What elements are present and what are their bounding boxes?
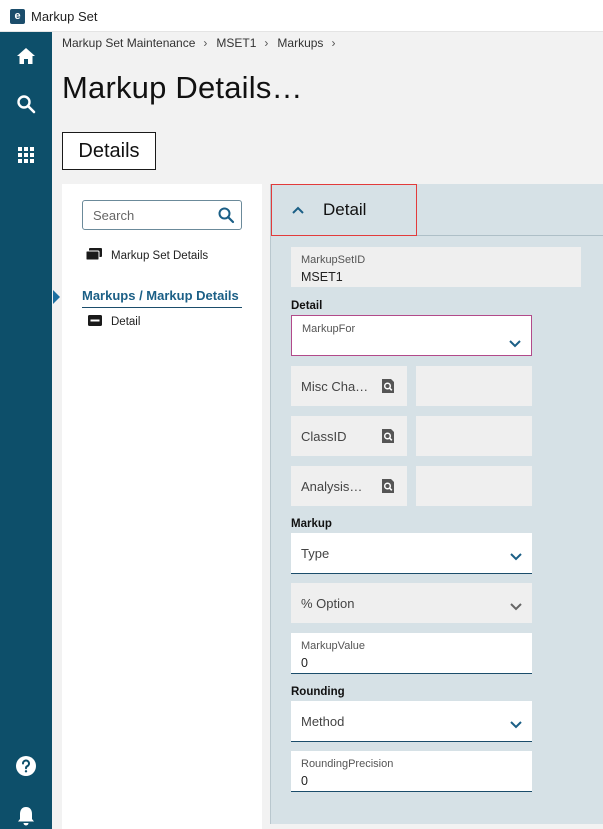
left-rail bbox=[0, 32, 52, 829]
analysis-field[interactable]: Analysis… bbox=[291, 466, 407, 506]
class-id-field[interactable]: ClassID bbox=[291, 416, 407, 456]
breadcrumb-item[interactable]: Markups bbox=[277, 36, 323, 50]
apps-grid-icon bbox=[17, 146, 35, 169]
misc-charge-field[interactable]: Misc Cha… bbox=[291, 366, 407, 406]
nav-item-detail[interactable]: Detail bbox=[88, 315, 140, 329]
field-label: MarkupSetID bbox=[301, 254, 366, 266]
field-value: 0 bbox=[301, 774, 308, 788]
field-label: Misc Cha… bbox=[301, 378, 369, 394]
lookup-icon[interactable] bbox=[381, 378, 395, 399]
field-label: % Option bbox=[301, 595, 355, 611]
section-label-rounding: Rounding bbox=[291, 686, 345, 698]
chevron-down-icon bbox=[509, 335, 521, 353]
field-label: Type bbox=[301, 545, 330, 561]
home-icon bbox=[16, 46, 36, 71]
lookup-icon[interactable] bbox=[381, 428, 395, 449]
search-icon bbox=[16, 94, 36, 119]
main-content: Markup Set Maintenance › MSET1 › Markups › Ma… bbox=[52, 32, 603, 829]
breadcrumb-separator: › bbox=[264, 36, 269, 50]
field-value: 0 bbox=[301, 656, 308, 670]
breadcrumb-item[interactable]: MSET1 bbox=[216, 36, 256, 50]
nav-item-label: Detail bbox=[111, 316, 141, 328]
help-button[interactable] bbox=[0, 746, 52, 790]
field-label: MarkupFor bbox=[302, 323, 356, 335]
rounding-method-select[interactable]: Method bbox=[291, 701, 532, 742]
notifications-button[interactable] bbox=[0, 796, 52, 829]
notifications-icon bbox=[17, 806, 35, 829]
card-icon bbox=[88, 315, 102, 329]
type-select[interactable]: Type bbox=[291, 533, 532, 574]
breadcrumb-separator: › bbox=[203, 36, 208, 50]
nav-item-label: Markup Set Details bbox=[111, 250, 209, 262]
detail-nav-panel: Search Markup Set Details Markups / Mark… bbox=[53, 184, 262, 829]
markup-value-input[interactable]: MarkupValue 0 bbox=[291, 633, 532, 674]
class-id-description bbox=[416, 416, 532, 456]
detail-panel: Detail MarkupSetID MSET1 Detail MarkupFo… bbox=[270, 184, 603, 824]
markup-set-id-field: MarkupSetID MSET1 bbox=[291, 247, 581, 287]
help-icon bbox=[15, 755, 37, 782]
search-button[interactable] bbox=[0, 84, 52, 128]
field-label: RoundingPrecision bbox=[301, 758, 394, 770]
page-title: Markup Details… bbox=[62, 70, 303, 105]
breadcrumb: Markup Set Maintenance › MSET1 › Markups › bbox=[62, 36, 344, 50]
lookup-icon[interactable] bbox=[381, 478, 395, 499]
nav-item-markup-set-details[interactable]: Markup Set Details bbox=[85, 248, 209, 264]
field-value: MSET1 bbox=[301, 270, 343, 284]
breadcrumb-separator: › bbox=[331, 36, 336, 50]
search-placeholder: Search bbox=[93, 208, 135, 223]
detail-header-title: Detail bbox=[323, 200, 367, 219]
cards-icon bbox=[85, 248, 102, 264]
window-title: Markup Set bbox=[31, 9, 98, 24]
analysis-description bbox=[416, 466, 532, 506]
breadcrumb-item[interactable]: Markup Set Maintenance bbox=[62, 36, 195, 50]
field-label: MarkupValue bbox=[301, 640, 365, 652]
title-bar: e Markup Set bbox=[0, 0, 603, 32]
section-label-detail: Detail bbox=[291, 300, 323, 312]
chevron-down-icon bbox=[510, 548, 522, 566]
home-button[interactable] bbox=[0, 36, 52, 80]
nav-group-markup-details[interactable]: Markups / Markup Details bbox=[82, 288, 242, 308]
chevron-down-icon bbox=[510, 716, 522, 734]
search-icon[interactable] bbox=[217, 206, 235, 229]
misc-charge-description bbox=[416, 366, 532, 406]
field-label: Method bbox=[301, 713, 345, 729]
apps-button[interactable] bbox=[0, 135, 52, 179]
markup-for-select[interactable]: MarkupFor bbox=[291, 315, 532, 356]
app-logo-icon: e bbox=[10, 9, 25, 24]
nav-selected-caret-icon bbox=[53, 290, 60, 304]
chevron-down-icon bbox=[510, 598, 522, 616]
tab-details[interactable]: Details bbox=[62, 132, 156, 170]
field-label: ClassID bbox=[301, 428, 347, 444]
section-label-markup: Markup bbox=[291, 518, 332, 530]
field-label: Analysis… bbox=[301, 478, 363, 494]
detail-panel-header: Detail bbox=[271, 184, 603, 236]
chevron-up-icon bbox=[292, 201, 304, 219]
nav-search-input[interactable]: Search bbox=[82, 200, 242, 230]
percent-option-select[interactable]: % Option bbox=[291, 583, 532, 623]
rounding-precision-input[interactable]: RoundingPrecision 0 bbox=[291, 751, 532, 792]
detail-collapse-toggle[interactable]: Detail bbox=[271, 184, 417, 236]
